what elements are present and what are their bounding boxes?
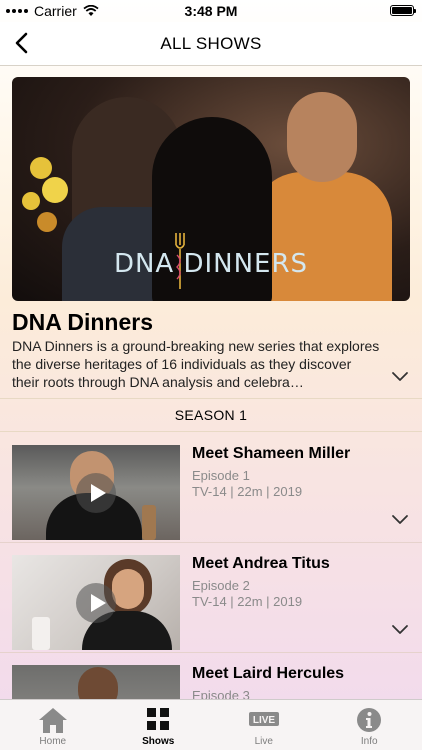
play-button[interactable] (76, 473, 116, 513)
season-label: SEASON 1 (174, 407, 248, 423)
episode-title: Meet Shameen Miller (192, 445, 351, 462)
season-selector[interactable]: SEASON 1 (0, 398, 422, 432)
navigation-bar: ALL SHOWS (0, 22, 422, 66)
info-icon (357, 708, 382, 732)
episode-number: Episode 1 (192, 468, 250, 483)
chevron-down-icon (392, 372, 408, 381)
chevron-down-icon (392, 625, 408, 634)
status-bar: Carrier 3:48 PM (0, 0, 422, 22)
tab-shows[interactable]: Shows (106, 700, 212, 750)
status-time: 3:48 PM (184, 3, 238, 19)
episode-title: Meet Laird Hercules (192, 665, 345, 682)
episode-row[interactable]: Meet Shameen Miller Episode 1 TV-14 | 22… (0, 433, 422, 543)
play-icon (91, 594, 106, 612)
episode-meta: TV-14 | 22m | 2019 (192, 594, 303, 609)
battery-icon (390, 5, 416, 16)
live-icon: LIVE (248, 712, 279, 726)
tab-bar: Home Shows LIVE Live Info (0, 699, 422, 750)
episode-thumbnail[interactable] (12, 445, 180, 540)
episode-meta: TV-14 | 22m | 2019 (192, 484, 303, 499)
expand-episode-button[interactable] (390, 513, 410, 527)
grid-icon (147, 708, 170, 730)
episode-thumbnail[interactable] (12, 555, 180, 650)
expand-episode-button[interactable] (390, 623, 410, 637)
show-logo-text: DNA DINNERS (113, 249, 309, 279)
play-icon (91, 484, 106, 502)
show-description: DNA Dinners is a ground-breaking new ser… (12, 338, 380, 390)
live-badge-text: LIVE (253, 715, 276, 726)
tab-label: Shows (142, 736, 175, 747)
play-button[interactable] (76, 583, 116, 623)
tab-label: Home (39, 736, 67, 747)
tab-label: Info (360, 736, 378, 747)
tab-label: Live (254, 736, 273, 747)
episode-title: Meet Andrea Titus (192, 555, 330, 572)
episode-row[interactable]: Meet Andrea Titus Episode 2 TV-14 | 22m … (0, 543, 422, 653)
chevron-down-icon (392, 515, 408, 524)
tab-live[interactable]: LIVE Live (211, 700, 317, 750)
tab-info[interactable]: Info (317, 700, 422, 750)
page-title: ALL SHOWS (160, 34, 262, 53)
expand-description-button[interactable] (390, 370, 410, 384)
home-icon (38, 708, 67, 733)
tab-home[interactable]: Home (0, 700, 106, 750)
show-hero-image: DNA DINNERS (12, 77, 410, 301)
episode-number: Episode 2 (192, 578, 250, 593)
show-title: DNA Dinners (12, 309, 153, 335)
